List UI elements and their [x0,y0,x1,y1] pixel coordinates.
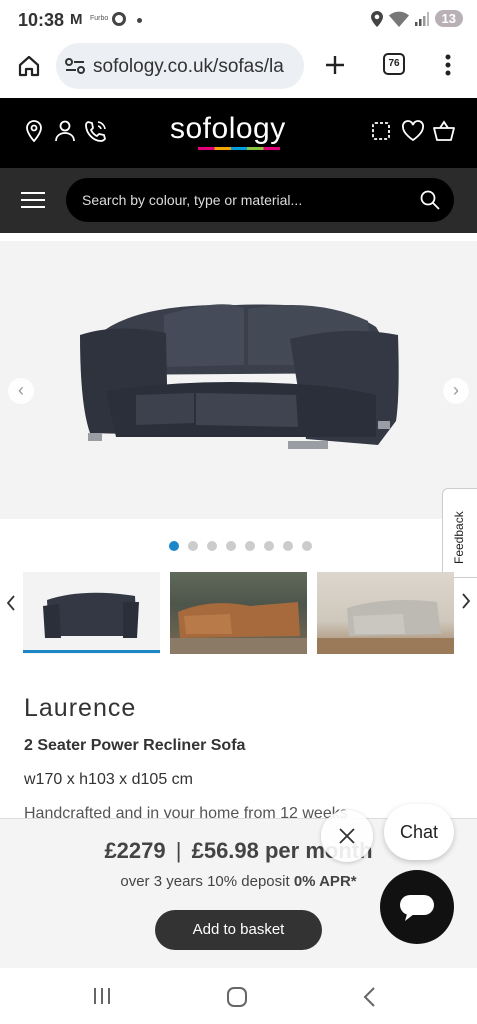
chat-icon [400,895,434,921]
back-icon[interactable] [362,986,376,1008]
url-text: sofology.co.uk/sofas/la [93,56,284,77]
search-input[interactable]: Search by colour, type or material... [66,178,454,222]
gallery-dot[interactable] [264,541,274,551]
gallery-next-button[interactable]: › [443,378,469,404]
new-tab-icon[interactable] [324,54,346,76]
feedback-tab[interactable]: Feedback [442,488,477,578]
store-locator-icon[interactable] [26,120,42,142]
gallery-dot[interactable] [302,541,312,551]
site-logo[interactable]: sofology [170,112,286,146]
add-to-basket-button[interactable]: Add to basket [155,910,322,950]
app-notification-label: Furbo [90,15,109,22]
tab-switcher-button[interactable]: 76 [383,53,405,75]
gallery-dot[interactable] [207,541,217,551]
system-nav-bar [0,968,477,1024]
sofa-image [80,304,399,449]
site-header: sofology [0,98,477,168]
thumbnail-prev-icon[interactable] [5,594,17,612]
gallery-pagination [169,541,312,551]
location-icon [370,10,383,27]
close-icon [339,828,355,844]
gallery-dot[interactable] [169,541,179,551]
finance-apr: 0% APR* [293,873,357,890]
home-icon[interactable] [17,54,41,78]
search-bar-row: Search by colour, type or material... [0,168,477,233]
product-price: £2279 [104,838,166,863]
chat-bubble[interactable]: Chat [384,804,454,860]
active-thumbnail-indicator [23,650,160,653]
basket-icon[interactable] [432,120,456,142]
phone-icon[interactable] [84,120,108,142]
site-settings-icon[interactable] [65,58,85,74]
status-time: 10:38 [18,10,65,30]
recent-apps-icon[interactable] [92,986,112,1006]
hamburger-menu-icon[interactable] [21,191,45,209]
address-bar[interactable]: sofology.co.uk/sofas/la [56,43,304,89]
wishlist-heart-icon[interactable] [401,120,425,142]
chrome-icon [112,12,126,26]
search-placeholder: Search by colour, type or material... [82,192,303,208]
notification-dot-icon [137,18,142,23]
thumbnail-2[interactable] [170,572,307,654]
chat-launcher-button[interactable] [380,870,454,944]
home-nav-icon[interactable] [226,986,248,1008]
product-type: 2 Seater Power Recliner Sofa [24,737,246,754]
battery-indicator: 13 [434,10,463,27]
gmail-icon: M [70,11,83,28]
logo-stripe [198,147,280,150]
gallery-dot[interactable] [245,541,255,551]
gallery-dot[interactable] [283,541,293,551]
product-delivery: Handcrafted and in your home from 12 wee… [24,805,348,819]
more-menu-icon[interactable] [444,53,452,77]
product-dimensions: w170 x h103 x d105 cm [24,771,193,788]
product-name: Laurence [24,694,137,722]
feedback-label: Feedback [452,511,466,564]
wifi-icon [388,11,409,27]
gallery-dot[interactable] [188,541,198,551]
gallery-prev-button[interactable]: ‹ [8,378,34,404]
price-separator: | [175,838,182,863]
finance-text: over 3 years 10% deposit [120,873,290,890]
signal-icon [414,11,429,26]
thumbnail-next-icon[interactable] [460,592,472,610]
product-gallery: ‹ › [0,233,477,521]
status-bar: 10:38 M Furbo 13 [0,0,477,40]
account-icon[interactable] [54,120,76,142]
search-icon[interactable] [420,190,440,210]
thumbnail-strip [0,570,477,656]
thumbnail-3[interactable] [317,572,454,654]
thumbnail-1[interactable] [23,572,160,654]
chat-close-button[interactable] [321,810,373,862]
swatch-icon[interactable] [370,120,392,142]
gallery-dot[interactable] [226,541,236,551]
browser-toolbar: sofology.co.uk/sofas/la 76 [0,40,477,98]
